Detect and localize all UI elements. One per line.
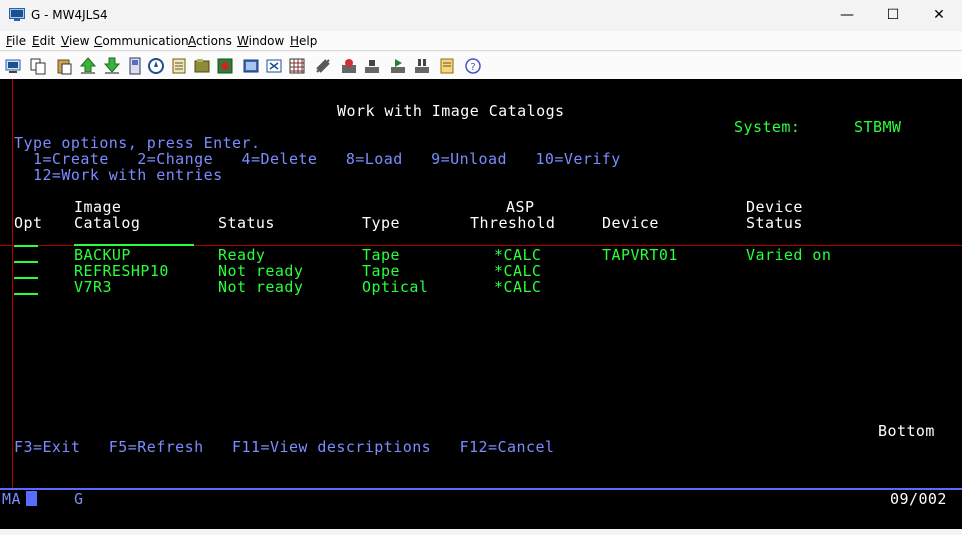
terminal-app-icon — [9, 8, 25, 21]
menu-actions[interactable]: Actions — [188, 34, 232, 48]
screen-title: Work with Image Catalogs — [337, 102, 565, 120]
crosshair-vertical — [12, 79, 13, 489]
minimize-button[interactable]: — — [824, 0, 870, 31]
row-1-status: Ready — [218, 246, 266, 264]
row-2-status: Not ready — [218, 262, 304, 280]
stop-icon[interactable] — [363, 57, 381, 75]
function-keys[interactable]: F3=Exit F5=Refresh F11=View descriptions… — [14, 439, 554, 455]
play-icon[interactable] — [389, 57, 407, 75]
header-image: Image — [74, 198, 122, 216]
window-title: G - MW4JLS4 — [31, 8, 108, 22]
header-catalog: Catalog — [74, 214, 141, 232]
map-icon[interactable] — [216, 57, 234, 75]
opt-input-row-3[interactable] — [14, 277, 38, 279]
svg-text:?: ? — [470, 62, 475, 73]
row-1-catalog: BACKUP — [74, 246, 131, 264]
header-status: Status — [218, 214, 275, 232]
macro-icon[interactable] — [193, 57, 211, 75]
window-bottom-border — [0, 529, 962, 535]
menu-window[interactable]: Window — [237, 34, 284, 48]
opt-input-row-2[interactable] — [14, 261, 38, 263]
row-1-device-status: Varied on — [746, 246, 832, 264]
instructions: Type options, press Enter. — [14, 134, 261, 152]
edit-icon[interactable] — [265, 57, 283, 75]
send-file-icon[interactable] — [79, 57, 97, 75]
terminal-screen[interactable]: Work with Image Catalogs System: STBMW T… — [0, 79, 962, 529]
title-bar: G - MW4JLS4 — ☐ ✕ — [0, 0, 962, 31]
toolbar: ? — [0, 52, 962, 79]
header-device: Device — [602, 214, 659, 232]
options-line-1: 1=Create 2=Change 4=Delete 8=Load 9=Unlo… — [14, 150, 621, 168]
grid-icon[interactable] — [288, 57, 306, 75]
text-cursor — [26, 491, 37, 506]
print-screen-icon[interactable] — [4, 57, 22, 75]
pause-icon[interactable] — [413, 57, 431, 75]
notes-icon[interactable] — [438, 57, 456, 75]
screen-id: G — [74, 490, 84, 508]
header-threshold: Threshold — [470, 214, 556, 232]
help-icon[interactable]: ? — [464, 57, 482, 75]
header-device-top: Device — [746, 198, 803, 216]
row-1-threshold: *CALC — [494, 246, 542, 264]
navigator-icon[interactable] — [147, 57, 165, 75]
options-line-2: 12=Work with entries — [14, 166, 223, 184]
maximize-button[interactable]: ☐ — [870, 0, 916, 31]
row-2-type: Tape — [362, 262, 400, 280]
opt-input-row-1[interactable] — [14, 245, 38, 247]
header-device-status: Status — [746, 214, 803, 232]
row-3-threshold: *CALC — [494, 278, 542, 296]
menu-communication[interactable]: Communication — [94, 34, 189, 48]
paste-icon[interactable] — [55, 57, 73, 75]
menu-edit[interactable]: Edit — [32, 34, 55, 48]
copy-icon[interactable] — [29, 57, 47, 75]
row-1-device: TAPVRT01 — [602, 246, 678, 264]
opt-input-row-4[interactable] — [14, 293, 38, 295]
receive-file-icon[interactable] — [103, 57, 121, 75]
system-value: STBMW — [854, 118, 902, 136]
row-2-threshold: *CALC — [494, 262, 542, 280]
oia-separator — [0, 488, 962, 490]
menu-bar: File Edit View Communication Actions Win… — [0, 31, 962, 51]
row-3-catalog: V7R3 — [74, 278, 112, 296]
more-indicator: Bottom — [878, 422, 935, 440]
row-1-type: Tape — [362, 246, 400, 264]
header-type: Type — [362, 214, 400, 232]
row-3-type: Optical — [362, 278, 429, 296]
close-button[interactable]: ✕ — [916, 0, 962, 31]
menu-view[interactable]: View — [61, 34, 89, 48]
macro-record-icon[interactable] — [314, 57, 332, 75]
clipboard-icon[interactable] — [170, 57, 188, 75]
record-icon[interactable] — [340, 57, 358, 75]
row-2-catalog: REFRESHP10 — [74, 262, 169, 280]
keypad-icon[interactable] — [242, 57, 260, 75]
menu-help[interactable]: Help — [290, 34, 317, 48]
menu-file[interactable]: File — [6, 34, 26, 48]
row-3-status: Not ready — [218, 278, 304, 296]
system-label: System: — [734, 118, 801, 136]
cursor-position: 09/002 — [890, 490, 947, 508]
session-indicator: MA — [2, 490, 21, 508]
header-opt: Opt — [14, 214, 43, 232]
display-session-icon[interactable] — [126, 57, 144, 75]
header-asp: ASP — [506, 198, 535, 216]
